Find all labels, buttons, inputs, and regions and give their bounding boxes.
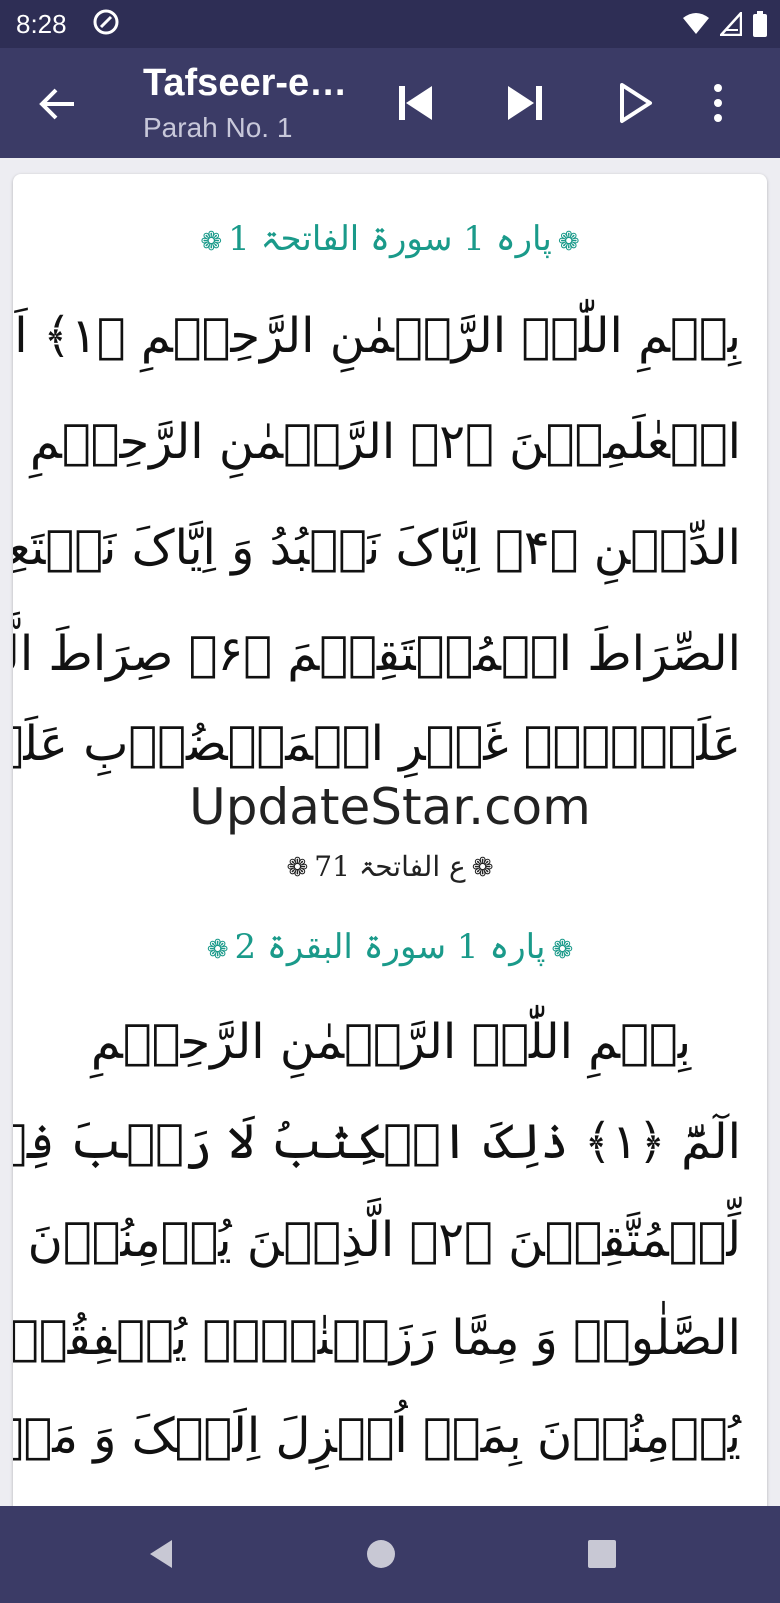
ornament-icon: ❁ — [206, 935, 229, 965]
nav-back-icon[interactable] — [142, 1534, 182, 1574]
nav-recents-icon[interactable] — [582, 1534, 622, 1574]
app-title: Tafseer-e… — [143, 62, 348, 104]
watermark: UpdateStar.com — [189, 778, 591, 836]
status-bar: 8:28 — [0, 0, 780, 48]
back-arrow-icon[interactable] — [34, 82, 78, 126]
verse-line: الدِّیۡنِ ﴿۴﴾ اِیَّاکَ نَعۡبُدُ وَ اِیَّ… — [13, 520, 741, 576]
notification-icon — [93, 9, 119, 35]
quran-text-card: ❁ پارہ 1 سورۃ الفاتحۃ 1 ❁ بِسۡمِ اللّٰہِ ا… — [13, 174, 767, 1554]
play-icon[interactable] — [610, 78, 660, 128]
verse-line: لِّلۡمُتَّقِیۡنَ ﴿۲﴾ الَّذِیۡنَ یُؤۡمِنُ… — [13, 1212, 741, 1268]
section-heading-fatiha: ❁ پارہ 1 سورۃ الفاتحۃ 1 ❁ — [200, 219, 580, 259]
app-subtitle: Parah No. 1 — [143, 112, 293, 143]
ornament-icon: ❁ — [551, 935, 574, 965]
wifi-icon — [683, 13, 709, 34]
bismillah-line: بِسۡمِ اللّٰہِ الرَّحۡمٰنِ الرَّحِیۡمِ — [90, 1014, 692, 1070]
ornament-icon: ❁ — [557, 227, 580, 257]
system-icons — [682, 10, 768, 38]
ornament-icon: ❁ — [200, 227, 223, 257]
verse-line: الصِّرَاطَ الۡمُسۡتَقِیۡمَ ﴿۶﴾ صِرَاطَ ا… — [13, 626, 741, 682]
verse-line: بِسۡمِ اللّٰہِ الرَّحۡمٰنِ الرَّحِیۡمِ ﴿… — [13, 308, 741, 364]
verse-line: عَلَیۡہِمۡ غَیۡرِ الۡمَغۡضُوۡبِ عَلَیۡہِ… — [13, 716, 741, 772]
section-heading-baqarah: ❁ پارہ 1 سورۃ البقرۃ 2 ❁ — [206, 927, 574, 967]
nav-home-icon[interactable] — [361, 1534, 401, 1574]
rukuh-marker: ❁ 7ع الفاتحۃ 1 ❁ — [286, 850, 494, 883]
verse-line: الصَّلٰوۃَ وَ مِمَّا رَزَقۡنٰہُمۡ یُنۡفِ… — [13, 1310, 741, 1366]
verse-line: یُؤۡمِنُوۡنَ بِمَاۤ اُنۡزِلَ اِلَیۡکَ وَ… — [13, 1408, 741, 1464]
battery-icon — [753, 11, 767, 37]
skip-previous-icon[interactable] — [392, 78, 442, 128]
skip-next-icon[interactable] — [500, 78, 550, 128]
signal-icon — [720, 12, 742, 36]
more-vert-icon[interactable] — [700, 78, 736, 128]
verse-line: الٓمّٓ ﴿۱﴾ ذٰلِکَ الۡکِتٰبُ لَا رَیۡبَ ف… — [13, 1114, 741, 1170]
ornament-icon: ❁ — [286, 853, 309, 883]
app-bar: Tafseer-e… Parah No. 1 — [0, 48, 780, 158]
verse-line: الۡعٰلَمِیۡنَ ﴿۲﴾ الرَّحۡمٰنِ الرَّحِیۡم… — [13, 414, 741, 470]
system-nav-bar — [0, 1506, 780, 1603]
ornament-icon: ❁ — [471, 853, 494, 883]
status-time: 8:28 — [16, 9, 67, 39]
